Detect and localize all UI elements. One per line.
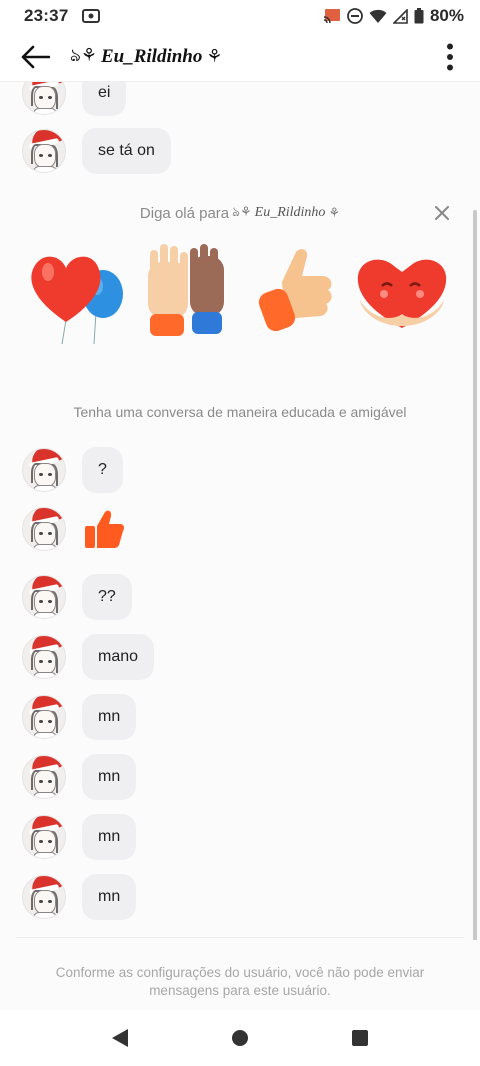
- message-bubble[interactable]: mn: [82, 694, 137, 740]
- status-time: 23:37: [24, 6, 69, 25]
- title-deco-left: ঌ⚘: [70, 45, 97, 65]
- greeting-name: Eu_Rildinho: [254, 205, 326, 220]
- thumbs-up-icon: [85, 510, 124, 548]
- avatar[interactable]: [22, 755, 66, 799]
- battery-level: 80%: [429, 6, 464, 25]
- chat-screen: 23:37 80% ঌ⚘ Eu_Rildinho ⚘ ei se tá on D…: [0, 0, 480, 1066]
- message-row: mn: [22, 754, 137, 800]
- chat-title[interactable]: ঌ⚘ Eu_Rildinho ⚘: [70, 41, 223, 72]
- avatar[interactable]: [22, 815, 66, 859]
- back-button[interactable]: [0, 32, 70, 82]
- thumbs-up-message[interactable]: [82, 507, 126, 551]
- system-nav-bar: [0, 1010, 480, 1066]
- nav-recents-icon: [352, 1030, 368, 1046]
- avatar[interactable]: [22, 82, 66, 115]
- greeting-deco-left: ঌ⚘: [232, 203, 252, 219]
- avatar[interactable]: [22, 875, 66, 919]
- message-row: mn: [22, 694, 137, 740]
- battery-icon: [414, 8, 424, 24]
- message-list[interactable]: ei se tá on Diga olá para ঌ⚘ Eu_Rildinho…: [0, 82, 480, 940]
- greeting-header: Diga olá para ঌ⚘ Eu_Rildinho ⚘: [0, 200, 480, 226]
- message-bubble[interactable]: ei: [82, 82, 127, 116]
- close-icon: [435, 206, 449, 220]
- avatar[interactable]: [22, 507, 66, 551]
- message-bubble[interactable]: mano: [82, 634, 155, 680]
- more-vertical-icon: [447, 43, 453, 70]
- status-bar: 23:37 80%: [0, 0, 480, 32]
- wifi-icon: [369, 9, 387, 24]
- title-deco-right: ⚘: [206, 46, 223, 66]
- thumbs-up-sticker[interactable]: [252, 242, 352, 346]
- divider: [16, 937, 464, 938]
- avatar[interactable]: [22, 129, 66, 173]
- message-row: ?: [22, 447, 123, 493]
- avatar[interactable]: [22, 695, 66, 739]
- message-row: se tá on: [22, 128, 171, 174]
- screen-record-icon: [82, 9, 101, 23]
- message-row: mn: [22, 814, 137, 860]
- more-options-button[interactable]: [420, 32, 480, 82]
- nav-back-button[interactable]: [100, 1018, 140, 1058]
- message-bubble[interactable]: mn: [82, 754, 137, 800]
- heart-hug-sticker[interactable]: [352, 242, 452, 346]
- avatar[interactable]: [22, 448, 66, 492]
- scrollbar[interactable]: [473, 210, 477, 940]
- message-row: [22, 507, 126, 551]
- close-greeting-button[interactable]: [430, 200, 454, 226]
- chat-header: ঌ⚘ Eu_Rildinho ⚘: [0, 32, 480, 82]
- message-bubble[interactable]: ??: [82, 574, 132, 620]
- message-row: ??: [22, 574, 132, 620]
- message-bubble[interactable]: se tá on: [82, 128, 171, 174]
- signal-icon: [392, 8, 408, 24]
- message-bubble[interactable]: mn: [82, 874, 137, 920]
- nav-back-icon: [112, 1029, 128, 1047]
- greeting-prefix: Diga olá para: [139, 204, 230, 222]
- avatar[interactable]: [22, 635, 66, 679]
- do-not-disturb-icon: [347, 8, 363, 24]
- chat-title-name: Eu_Rildinho: [100, 45, 203, 67]
- message-row: ei: [22, 82, 127, 116]
- message-bubble[interactable]: ?: [82, 447, 123, 493]
- message-row: mano: [22, 634, 155, 680]
- high-five-sticker[interactable]: [138, 242, 238, 346]
- nav-home-button[interactable]: [220, 1018, 260, 1058]
- avatar[interactable]: [22, 575, 66, 619]
- cast-icon: [323, 8, 341, 24]
- messaging-disabled-notice: Conforme as configurações do usuário, vo…: [55, 965, 425, 998]
- message-bubble[interactable]: mn: [82, 814, 137, 860]
- nav-recents-button[interactable]: [340, 1018, 380, 1058]
- greeting-deco-right: ⚘: [328, 205, 341, 220]
- heart-balloons-sticker[interactable]: [26, 242, 126, 346]
- conversation-hint: Tenha uma conversa de maneira educada e …: [73, 404, 407, 420]
- back-arrow-icon: [21, 45, 50, 68]
- nav-home-icon: [232, 1030, 248, 1046]
- message-row: mn: [22, 874, 137, 920]
